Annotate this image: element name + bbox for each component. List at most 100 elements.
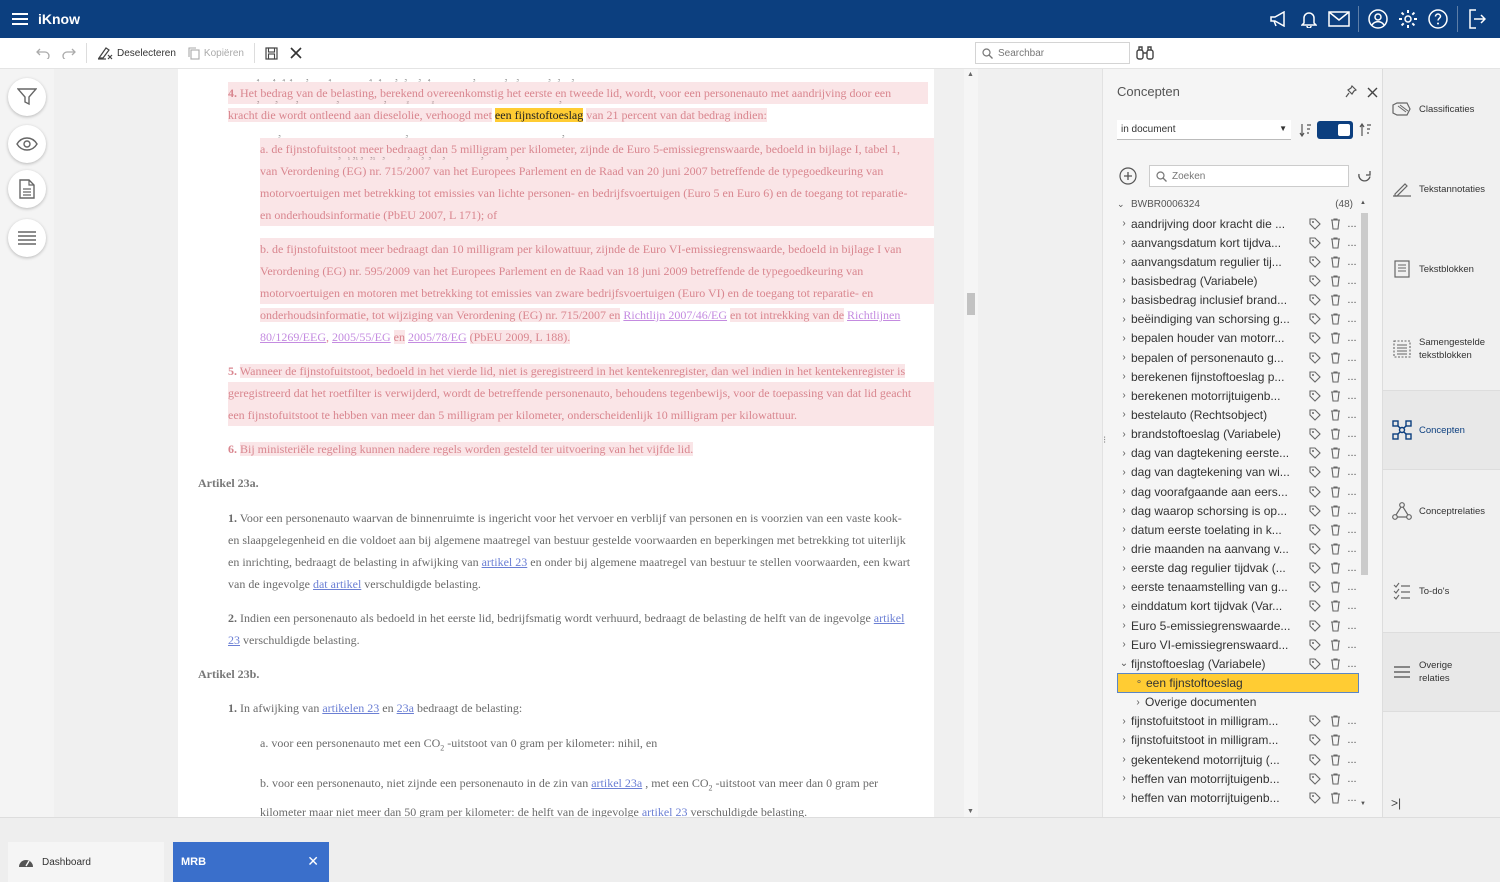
highlighted-concept[interactable]: een fijnstoftoeslag: [494, 108, 584, 122]
more-icon[interactable]: ...: [1345, 447, 1359, 459]
nav-overige-relaties[interactable]: Overige relaties: [1383, 632, 1500, 712]
tag-icon[interactable]: [1305, 792, 1325, 804]
close-tab-icon[interactable]: ✕: [307, 853, 319, 870]
more-icon[interactable]: ...: [1345, 371, 1359, 383]
undo-button[interactable]: [30, 38, 56, 69]
more-icon[interactable]: ...: [1345, 658, 1359, 670]
more-icon[interactable]: ...: [1345, 428, 1359, 440]
law-link[interactable]: Richtlijn 2007/46/EG: [623, 308, 727, 322]
nav-tekstblokken[interactable]: Tekstblokken: [1383, 229, 1500, 309]
close-panel-icon[interactable]: [1367, 85, 1378, 103]
more-icon[interactable]: ...: [1345, 313, 1359, 325]
chevron-down-icon[interactable]: ⌄: [1117, 658, 1131, 669]
more-icon[interactable]: ...: [1345, 792, 1359, 804]
document-button[interactable]: [8, 170, 46, 208]
tree-item[interactable]: › dag waarop schorsing is op......: [1117, 501, 1359, 520]
tag-icon[interactable]: [1305, 332, 1325, 345]
chevron-right-icon[interactable]: ›: [1117, 467, 1131, 478]
more-icon[interactable]: ...: [1345, 562, 1359, 574]
chevron-right-icon[interactable]: ›: [1117, 563, 1131, 574]
more-icon[interactable]: ...: [1345, 409, 1359, 421]
nav-todos[interactable]: To-do's: [1383, 551, 1500, 631]
trash-icon[interactable]: [1325, 734, 1345, 746]
trash-icon[interactable]: [1325, 428, 1345, 440]
more-icon[interactable]: ...: [1345, 620, 1359, 632]
tab-mrb[interactable]: MRB ✕: [173, 842, 329, 882]
chevron-right-icon[interactable]: ›: [1117, 620, 1131, 631]
tag-icon[interactable]: [1305, 639, 1325, 651]
tag-icon[interactable]: [1305, 466, 1325, 479]
chevron-right-icon[interactable]: ›: [1117, 352, 1131, 363]
close-document-button[interactable]: [284, 38, 308, 69]
tag-icon[interactable]: [1305, 313, 1325, 326]
chevron-right-icon[interactable]: ›: [1117, 275, 1131, 286]
tree-item[interactable]: › Euro VI-emissiegrenswaard......: [1117, 635, 1359, 654]
law-link[interactable]: 2005/78/EG: [408, 330, 467, 344]
concept-search-input[interactable]: Zoeken: [1149, 165, 1349, 187]
chevron-right-icon[interactable]: ›: [1117, 295, 1131, 306]
nav-classificaties[interactable]: Classificaties: [1383, 69, 1500, 149]
bell-icon[interactable]: [1294, 0, 1324, 38]
tree-item[interactable]: › basisbedrag (Variabele)...: [1117, 271, 1359, 290]
splitter-handle[interactable]: ⁝: [1103, 435, 1106, 446]
megaphone-icon[interactable]: [1264, 0, 1294, 38]
article-link[interactable]: artikelen 23: [322, 701, 379, 715]
tree-item[interactable]: › berekenen fijnstoftoeslag p......: [1117, 367, 1359, 386]
tag-icon[interactable]: [1305, 715, 1325, 727]
chevron-right-icon[interactable]: ›: [1117, 333, 1131, 344]
tag-icon[interactable]: [1305, 218, 1325, 230]
tree-root[interactable]: ⌄ BWBR0006324 (48): [1117, 199, 1355, 210]
trash-icon[interactable]: [1325, 524, 1345, 536]
scope-select[interactable]: in document ▼: [1117, 120, 1291, 140]
help-icon[interactable]: [1423, 0, 1453, 38]
trash-icon[interactable]: [1325, 581, 1345, 593]
list-button[interactable]: [8, 219, 46, 257]
tree-item[interactable]: › gekentekend motorrijtuig (......: [1117, 750, 1359, 769]
sort-alpha-icon[interactable]: [1359, 122, 1373, 142]
tree-item[interactable]: › bepalen houder van motorr......: [1117, 329, 1359, 348]
document-viewer[interactable]: ⁴ ⁴ ⁴ ⁴ ³ ⁴ ⁴ ⁴ ³ ³ ³ ⁴ ³ ³ ³ ³ ³ ³ ³ ³ …: [178, 69, 934, 817]
trash-icon[interactable]: [1325, 619, 1345, 632]
tree-item[interactable]: › fijnstofuitstoot in milligram......: [1117, 712, 1359, 731]
more-icon[interactable]: ...: [1345, 466, 1359, 478]
chevron-right-icon[interactable]: ›: [1117, 716, 1131, 727]
tree-item[interactable]: › bestelauto (Rechtsobject)...: [1117, 405, 1359, 424]
law-link[interactable]: Richtlijnen: [847, 308, 900, 322]
chevron-right-icon[interactable]: ›: [1117, 601, 1131, 612]
bullet-icon[interactable]: ∘: [1132, 677, 1146, 688]
tag-icon[interactable]: [1305, 734, 1325, 747]
trash-icon[interactable]: [1325, 447, 1345, 459]
tree-item[interactable]: › fijnstofuitstoot in milligram......: [1117, 731, 1359, 750]
more-icon[interactable]: ...: [1345, 600, 1359, 612]
trash-icon[interactable]: [1325, 543, 1345, 555]
chevron-right-icon[interactable]: ›: [1117, 486, 1131, 497]
chevron-right-icon[interactable]: ›: [1117, 505, 1131, 516]
logout-icon[interactable]: [1462, 0, 1492, 38]
tab-dashboard[interactable]: Dashboard: [8, 842, 164, 882]
pin-icon[interactable]: [1345, 84, 1358, 103]
binoculars-icon[interactable]: [1136, 46, 1154, 63]
tag-icon[interactable]: [1305, 256, 1325, 268]
article-link[interactable]: artikel 23: [482, 555, 528, 569]
tag-icon[interactable]: [1305, 294, 1325, 306]
tag-icon[interactable]: [1305, 524, 1325, 536]
tree-item[interactable]: › aanvangsdatum kort tijdva......: [1117, 233, 1359, 252]
tag-icon[interactable]: [1305, 447, 1325, 460]
more-icon[interactable]: ...: [1345, 715, 1359, 727]
more-icon[interactable]: ...: [1345, 543, 1359, 555]
trash-icon[interactable]: [1325, 237, 1345, 249]
more-icon[interactable]: ...: [1345, 524, 1359, 536]
scroll-down-icon[interactable]: ▼: [967, 808, 974, 815]
chevron-right-icon[interactable]: ›: [1117, 371, 1131, 382]
refresh-icon[interactable]: [1357, 169, 1372, 189]
chevron-right-icon[interactable]: ›: [1117, 524, 1131, 535]
trash-icon[interactable]: [1325, 715, 1345, 727]
chevron-right-icon[interactable]: ›: [1117, 448, 1131, 459]
more-icon[interactable]: ...: [1345, 256, 1359, 268]
tree-item-selected[interactable]: ∘ een fijnstoftoeslag: [1117, 673, 1359, 693]
trash-icon[interactable]: [1325, 485, 1345, 498]
trash-icon[interactable]: [1325, 371, 1345, 383]
tag-icon[interactable]: [1305, 428, 1325, 440]
trash-icon[interactable]: [1325, 218, 1345, 230]
article-link[interactable]: 23: [228, 633, 240, 647]
